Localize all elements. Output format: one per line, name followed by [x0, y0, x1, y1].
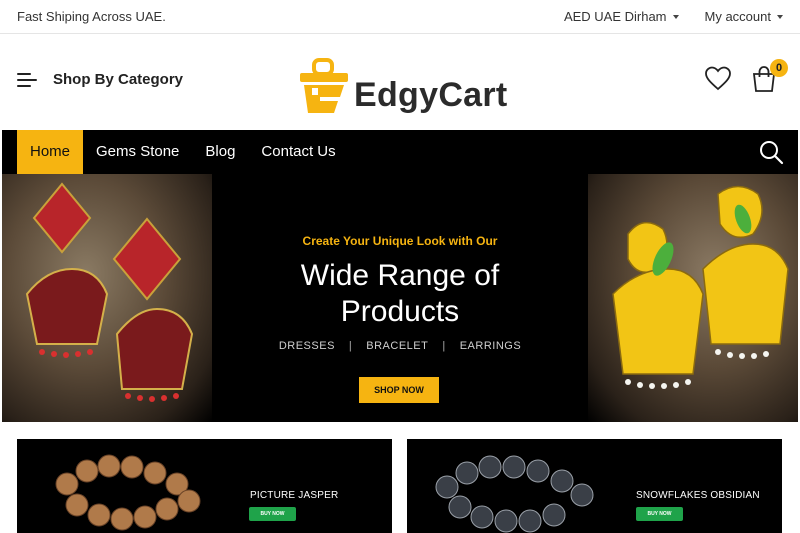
heart-icon — [705, 66, 731, 91]
promo-banner-picture-jasper[interactable]: PICTURE JASPER BUY NOW — [17, 439, 392, 533]
top-bar-menus: AED UAE Dirham My account — [564, 9, 783, 24]
nav-item-home[interactable]: Home — [17, 130, 84, 174]
hero-headline-line1: Wide Range of — [300, 259, 500, 292]
currency-dropdown[interactable]: AED UAE Dirham — [564, 9, 679, 24]
hero-categories: DRESSES | BRACELET | EARRINGS — [278, 340, 522, 352]
menu-icon — [17, 72, 37, 88]
hero-headline-line2: Products — [340, 295, 460, 328]
account-label: My account — [704, 9, 771, 24]
buy-now-button[interactable]: BUY NOW — [249, 507, 296, 521]
hero-category: BRACELET — [366, 340, 429, 352]
category-label: Shop By Category — [53, 71, 184, 88]
hero-tagline: Create Your Unique Look with Our — [302, 234, 498, 248]
currency-label: AED UAE Dirham — [563, 9, 667, 24]
shipping-notice: Fast Shiping Across UAE. — [17, 9, 166, 24]
wishlist-button[interactable] — [704, 65, 732, 93]
hero-headline: Wide Range of Products — [2, 258, 798, 330]
cart-button[interactable]: 0 — [750, 59, 788, 93]
search-icon — [760, 141, 784, 165]
promo-banner-snowflakes-obsidian[interactable]: SNOWFLAKES OBSIDIAN BUY NOW — [407, 439, 782, 533]
nav-list: Home Gems Stone Blog Contact Us — [17, 130, 349, 174]
main-navigation: Home Gems Stone Blog Contact Us — [2, 130, 798, 174]
cart-count-badge: 0 — [770, 59, 788, 77]
nav-item-gems-stone[interactable]: Gems Stone — [83, 130, 192, 174]
obsidian-bracelet-image — [435, 455, 594, 533]
nav-item-contact-us[interactable]: Contact Us — [248, 130, 348, 174]
shopping-bag-logo-icon — [300, 58, 348, 113]
buy-now-button[interactable]: BUY NOW — [636, 507, 683, 521]
promo-title: SNOWFLAKES OBSIDIAN — [636, 490, 760, 501]
nav-item-blog[interactable]: Blog — [192, 130, 248, 174]
logo-text: EdgyCart — [354, 76, 508, 114]
hero-category: EARRINGS — [459, 340, 522, 352]
jasper-bracelet-image — [55, 454, 201, 531]
chevron-down-icon — [672, 14, 679, 19]
promo-title: PICTURE JASPER — [250, 490, 339, 501]
search-button[interactable] — [758, 139, 784, 165]
top-bar: Fast Shiping Across UAE. AED UAE Dirham … — [0, 0, 800, 34]
account-dropdown[interactable]: My account — [705, 9, 783, 24]
shop-now-button[interactable]: SHOP NOW — [359, 377, 439, 403]
site-logo[interactable]: EdgyCart — [298, 51, 508, 115]
hero-banner: Create Your Unique Look with Our Wide Ra… — [2, 174, 798, 422]
shop-by-category-button[interactable]: Shop By Category — [17, 71, 183, 88]
chevron-down-icon — [777, 14, 783, 19]
site-header: Shop By Category EdgyCart 0 — [0, 35, 800, 130]
header-icons: 0 — [704, 59, 788, 93]
hero-category: DRESSES — [278, 340, 335, 352]
